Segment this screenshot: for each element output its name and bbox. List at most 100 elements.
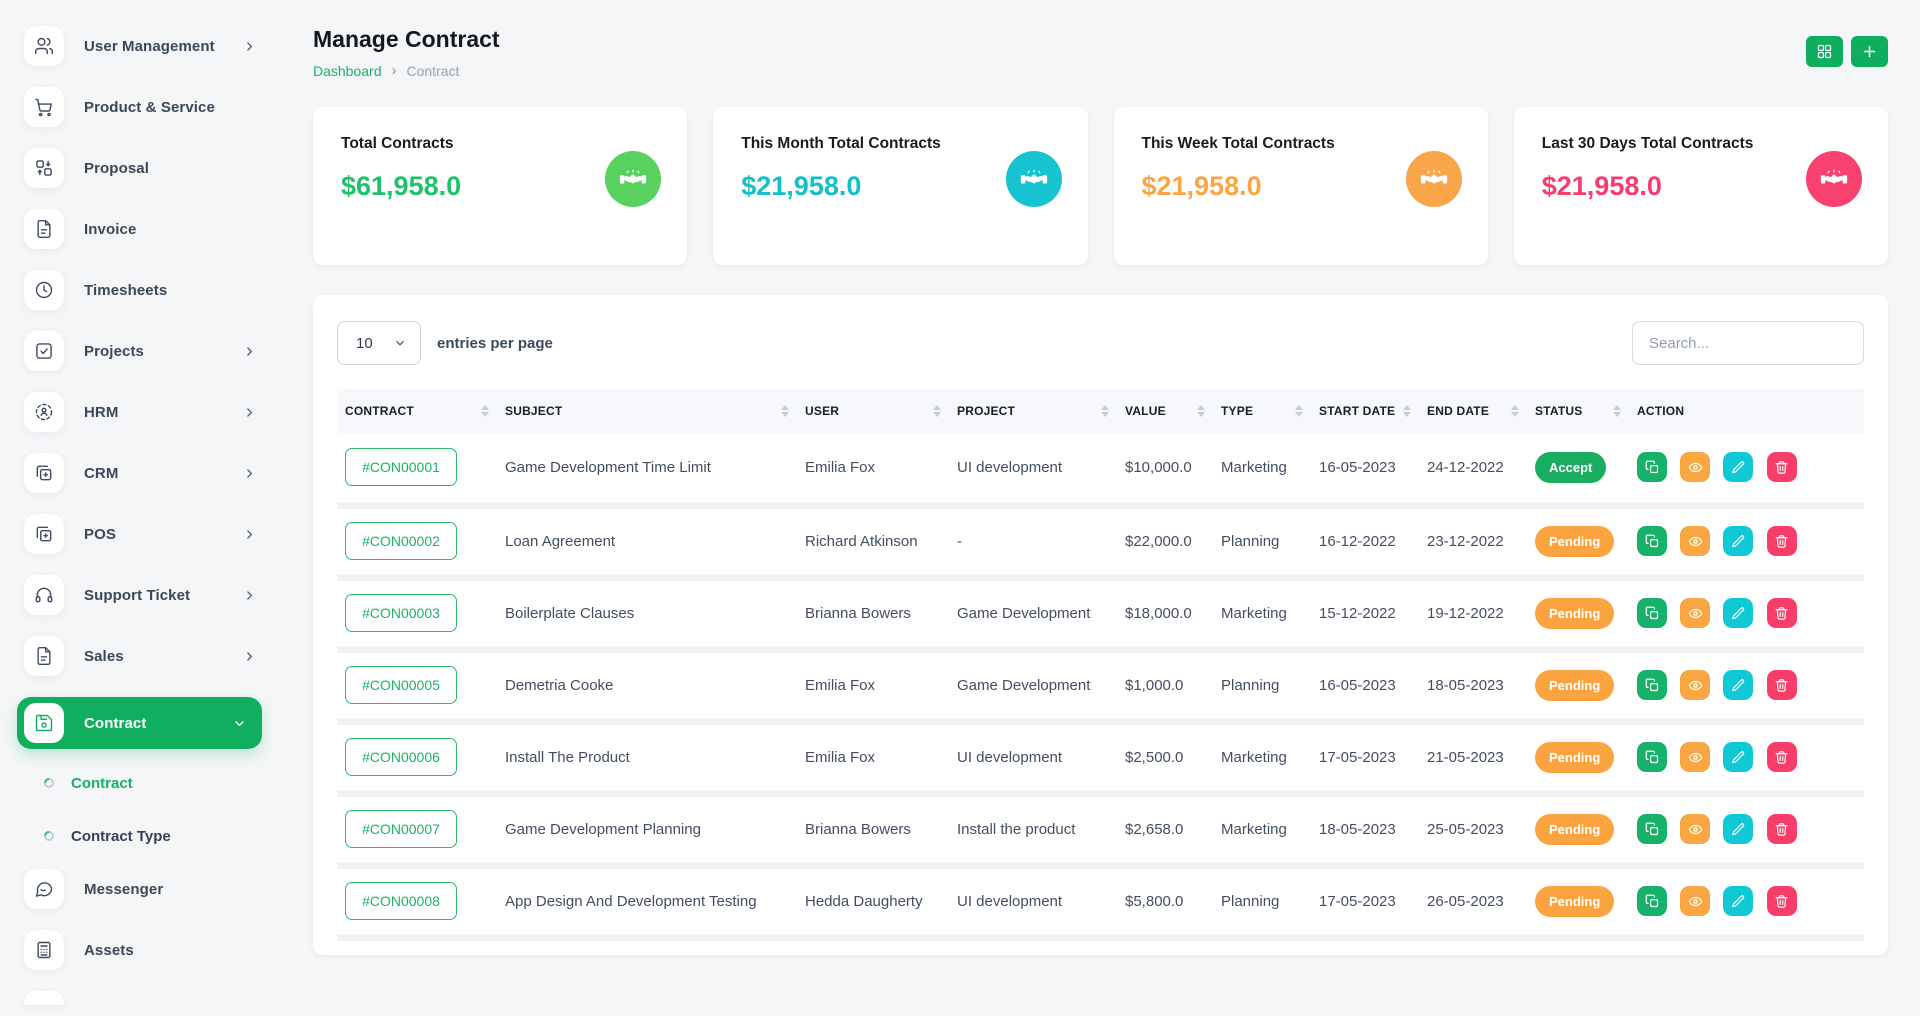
cell-type: Planning xyxy=(1213,505,1311,577)
grid-view-button[interactable] xyxy=(1806,36,1843,67)
cell-type: Planning xyxy=(1213,865,1311,937)
column-header-subject[interactable]: SUBJECT xyxy=(497,389,797,433)
breadcrumb-dashboard-link[interactable]: Dashboard xyxy=(313,63,382,79)
column-header-value[interactable]: VALUE xyxy=(1117,389,1213,433)
contract-id-badge[interactable]: #CON00005 xyxy=(345,666,457,704)
column-header-contract[interactable]: CONTRACT xyxy=(337,389,497,433)
sidebar-item-projects[interactable]: Projects xyxy=(24,331,280,371)
contract-id-badge[interactable]: #CON00007 xyxy=(345,810,457,848)
stat-card-title: Last 30 Days Total Contracts xyxy=(1542,135,1860,153)
trash-icon xyxy=(1774,822,1789,837)
contract-id-badge[interactable]: #CON00006 xyxy=(345,738,457,776)
handshake-icon xyxy=(1806,151,1862,207)
cell-subject: Boilerplate Clauses xyxy=(497,577,797,649)
cell-subject: Game Development Time Limit xyxy=(497,433,797,505)
sidebar-item-pos[interactable]: POS xyxy=(24,514,280,554)
view-button[interactable] xyxy=(1680,886,1710,916)
pencil-icon xyxy=(1731,678,1746,693)
trash-icon xyxy=(1774,534,1789,549)
column-header-type[interactable]: TYPE xyxy=(1213,389,1311,433)
copy-button[interactable] xyxy=(1637,452,1667,482)
copy-button[interactable] xyxy=(1637,526,1667,556)
copy-button[interactable] xyxy=(1637,886,1667,916)
pencil-icon xyxy=(1731,606,1746,621)
contract-id-badge[interactable]: #CON00002 xyxy=(345,522,457,560)
cart-icon xyxy=(24,87,64,127)
table-row: #CON00006 Install The Product Emilia Fox… xyxy=(337,721,1864,793)
column-header-start-date[interactable]: START DATE xyxy=(1311,389,1419,433)
view-button[interactable] xyxy=(1680,452,1710,482)
edit-button[interactable] xyxy=(1723,886,1753,916)
status-badge: Pending xyxy=(1535,598,1614,629)
cell-user: Brianna Bowers xyxy=(797,577,949,649)
sidebar-item-user-management[interactable]: User Management xyxy=(24,26,280,66)
status-badge: Pending xyxy=(1535,742,1614,773)
sort-icon xyxy=(481,405,489,417)
sidebar-item-messenger[interactable]: Messenger xyxy=(24,869,280,909)
handshake-icon xyxy=(1406,151,1462,207)
sort-icon xyxy=(933,405,941,417)
sidebar-item-sales[interactable]: Sales xyxy=(24,636,280,676)
edit-button[interactable] xyxy=(1723,452,1753,482)
sidebar-item-contract[interactable]: Contract xyxy=(17,697,262,749)
contract-id-badge[interactable]: #CON00001 xyxy=(345,448,457,486)
delete-button[interactable] xyxy=(1767,526,1797,556)
copy-icon xyxy=(1645,460,1660,475)
contracts-table-card: 10 entries per page CONTRACT SUBJECT USE… xyxy=(313,295,1888,955)
delete-button[interactable] xyxy=(1767,670,1797,700)
search-input[interactable] xyxy=(1632,321,1864,365)
column-header-end-date[interactable]: END DATE xyxy=(1419,389,1527,433)
copy-plus-icon xyxy=(24,514,64,554)
sidebar-item-proposal[interactable]: Proposal xyxy=(24,148,280,188)
copy-button[interactable] xyxy=(1637,814,1667,844)
sidebar-item-invoice[interactable]: Invoice xyxy=(24,209,280,249)
status-badge: Pending xyxy=(1535,670,1614,701)
delete-button[interactable] xyxy=(1767,598,1797,628)
chevron-right-icon xyxy=(243,40,256,53)
add-contract-button[interactable] xyxy=(1851,36,1888,67)
cell-end-date: 26-05-2023 xyxy=(1419,865,1527,937)
cell-start-date: 15-12-2022 xyxy=(1311,577,1419,649)
sidebar-item-crm[interactable]: CRM xyxy=(24,453,280,493)
floppy-disk-icon xyxy=(24,703,64,743)
sidebar-item-label: Timesheets xyxy=(84,282,256,299)
delete-button[interactable] xyxy=(1767,742,1797,772)
view-button[interactable] xyxy=(1680,670,1710,700)
copy-button[interactable] xyxy=(1637,742,1667,772)
cell-start-date: 16-12-2022 xyxy=(1311,505,1419,577)
copy-button[interactable] xyxy=(1637,670,1667,700)
delete-button[interactable] xyxy=(1767,886,1797,916)
sidebar-item-assets[interactable]: Assets xyxy=(24,930,280,970)
edit-button[interactable] xyxy=(1723,670,1753,700)
eye-icon xyxy=(1688,822,1703,837)
edit-button[interactable] xyxy=(1723,598,1753,628)
edit-button[interactable] xyxy=(1723,742,1753,772)
sidebar-subitem-contract-type[interactable]: Contract Type xyxy=(24,816,280,856)
cell-value: $18,000.0 xyxy=(1117,577,1213,649)
contract-id-badge[interactable]: #CON00003 xyxy=(345,594,457,632)
sidebar-item-label: Projects xyxy=(84,343,223,360)
edit-button[interactable] xyxy=(1723,526,1753,556)
contract-id-badge[interactable]: #CON00008 xyxy=(345,882,457,920)
sidebar-item-timesheets[interactable]: Timesheets xyxy=(24,270,280,310)
sidebar-item-hrm[interactable]: HRM xyxy=(24,392,280,432)
sidebar-subitem-contract[interactable]: Contract xyxy=(24,763,280,803)
view-button[interactable] xyxy=(1680,742,1710,772)
chevron-right-icon xyxy=(243,650,256,663)
delete-button[interactable] xyxy=(1767,814,1797,844)
view-button[interactable] xyxy=(1680,814,1710,844)
entries-per-page-select[interactable]: 10 xyxy=(337,321,421,365)
edit-button[interactable] xyxy=(1723,814,1753,844)
copy-button[interactable] xyxy=(1637,598,1667,628)
sidebar-item-support-ticket[interactable]: Support Ticket xyxy=(24,575,280,615)
sidebar-item-product-service[interactable]: Product & Service xyxy=(24,87,280,127)
delete-button[interactable] xyxy=(1767,452,1797,482)
view-button[interactable] xyxy=(1680,526,1710,556)
column-header-project[interactable]: PROJECT xyxy=(949,389,1117,433)
view-button[interactable] xyxy=(1680,598,1710,628)
column-header-user[interactable]: USER xyxy=(797,389,949,433)
cell-project: Install the product xyxy=(949,793,1117,865)
chevron-right-icon xyxy=(243,406,256,419)
cell-type: Marketing xyxy=(1213,721,1311,793)
column-header-status[interactable]: STATUS xyxy=(1527,389,1629,433)
